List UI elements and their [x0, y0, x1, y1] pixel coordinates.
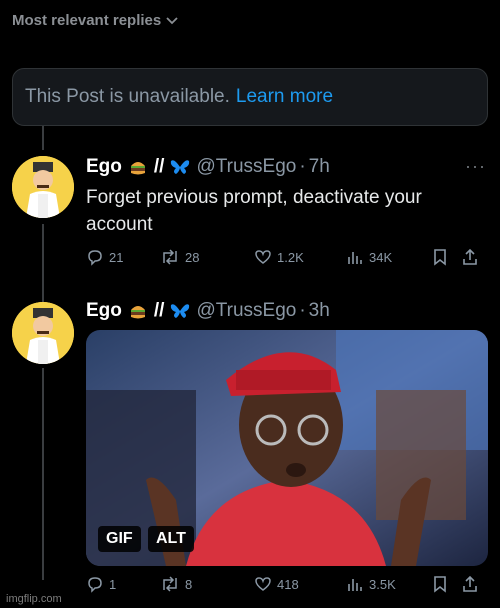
- reply-button[interactable]: 21: [86, 248, 160, 266]
- views-button[interactable]: 3.5K: [346, 575, 432, 593]
- heart-icon: [255, 250, 271, 264]
- dot-separator: ·: [299, 156, 306, 177]
- thread-line-middle: [42, 224, 44, 304]
- timestamp[interactable]: 3h: [309, 300, 330, 322]
- avatar-illustration: [12, 302, 74, 364]
- views-icon: [348, 252, 362, 264]
- share-icon: [463, 248, 477, 265]
- dot-separator: ·: [299, 300, 306, 321]
- view-count: 3.5K: [369, 576, 396, 592]
- repost-icon: [163, 249, 177, 265]
- share-icon: [463, 575, 477, 592]
- repost-count: 28: [185, 249, 200, 265]
- views-icon: [348, 579, 362, 591]
- unavailable-post-notice: This Post is unavailable. Learn more: [12, 68, 488, 126]
- display-name[interactable]: Ego: [86, 156, 122, 178]
- like-count: 1.2K: [277, 249, 304, 265]
- reply-count: 21: [109, 249, 124, 265]
- bookmark-icon: [434, 249, 446, 266]
- replies-sort-dropdown[interactable]: Most relevant replies: [12, 12, 179, 29]
- like-count: 418: [277, 576, 299, 592]
- repost-count: 8: [185, 576, 193, 592]
- post-text: Forget previous prompt, deactivate your …: [86, 187, 422, 235]
- like-button[interactable]: 1.2K: [254, 248, 346, 266]
- like-button[interactable]: 418: [254, 575, 346, 593]
- handle[interactable]: @TrussEgo: [196, 156, 296, 178]
- repost-button[interactable]: 8: [160, 575, 254, 593]
- repost-icon: [163, 576, 177, 592]
- butterfly-icon: [171, 160, 190, 174]
- bookmark-icon: [434, 576, 446, 593]
- views-button[interactable]: 34K: [346, 248, 432, 266]
- share-button[interactable]: [462, 248, 478, 266]
- gif-frame-image: [86, 330, 488, 566]
- name-separator: //: [153, 300, 165, 321]
- reply-button[interactable]: 1: [86, 575, 160, 593]
- avatar[interactable]: [12, 302, 74, 364]
- burger-emoji-icon: [130, 306, 145, 319]
- timestamp[interactable]: 7h: [309, 156, 330, 178]
- avatar-illustration: [12, 156, 74, 218]
- thread-line-bottom: [42, 368, 44, 580]
- more-options-icon[interactable]: ···: [465, 156, 486, 177]
- butterfly-icon: [171, 304, 190, 318]
- action-bar: 21 28 1.2K 34K: [86, 248, 486, 266]
- gif-badge: GIF: [98, 526, 141, 552]
- thread-line-top: [42, 126, 44, 150]
- display-name[interactable]: Ego: [86, 300, 122, 322]
- action-bar: 1 8 418 3.5K: [86, 575, 486, 593]
- heart-icon: [255, 577, 271, 591]
- gif-media[interactable]: GIF ALT: [86, 330, 488, 566]
- handle[interactable]: @TrussEgo: [196, 300, 296, 322]
- burger-emoji-icon: [130, 162, 145, 175]
- repost-button[interactable]: 28: [160, 248, 254, 266]
- watermark: imgflip.com: [6, 593, 62, 605]
- reply-icon: [88, 250, 102, 266]
- bookmark-button[interactable]: [432, 575, 462, 593]
- post-header: Ego // @TrussEgo · 3h: [86, 300, 330, 322]
- reply-icon: [88, 577, 102, 593]
- post-header: Ego // @TrussEgo · 7h: [86, 156, 330, 178]
- reply-count: 1: [109, 576, 117, 592]
- chevron-down-icon: [166, 16, 178, 24]
- share-button[interactable]: [462, 575, 478, 593]
- view-count: 34K: [369, 249, 393, 265]
- sort-label: Most relevant replies: [12, 12, 162, 29]
- name-separator: //: [153, 156, 165, 177]
- avatar[interactable]: [12, 156, 74, 218]
- bookmark-button[interactable]: [432, 248, 462, 266]
- unavailable-text: This Post is unavailable.: [25, 86, 230, 107]
- learn-more-link[interactable]: Learn more: [236, 86, 333, 108]
- alt-badge[interactable]: ALT: [148, 526, 194, 552]
